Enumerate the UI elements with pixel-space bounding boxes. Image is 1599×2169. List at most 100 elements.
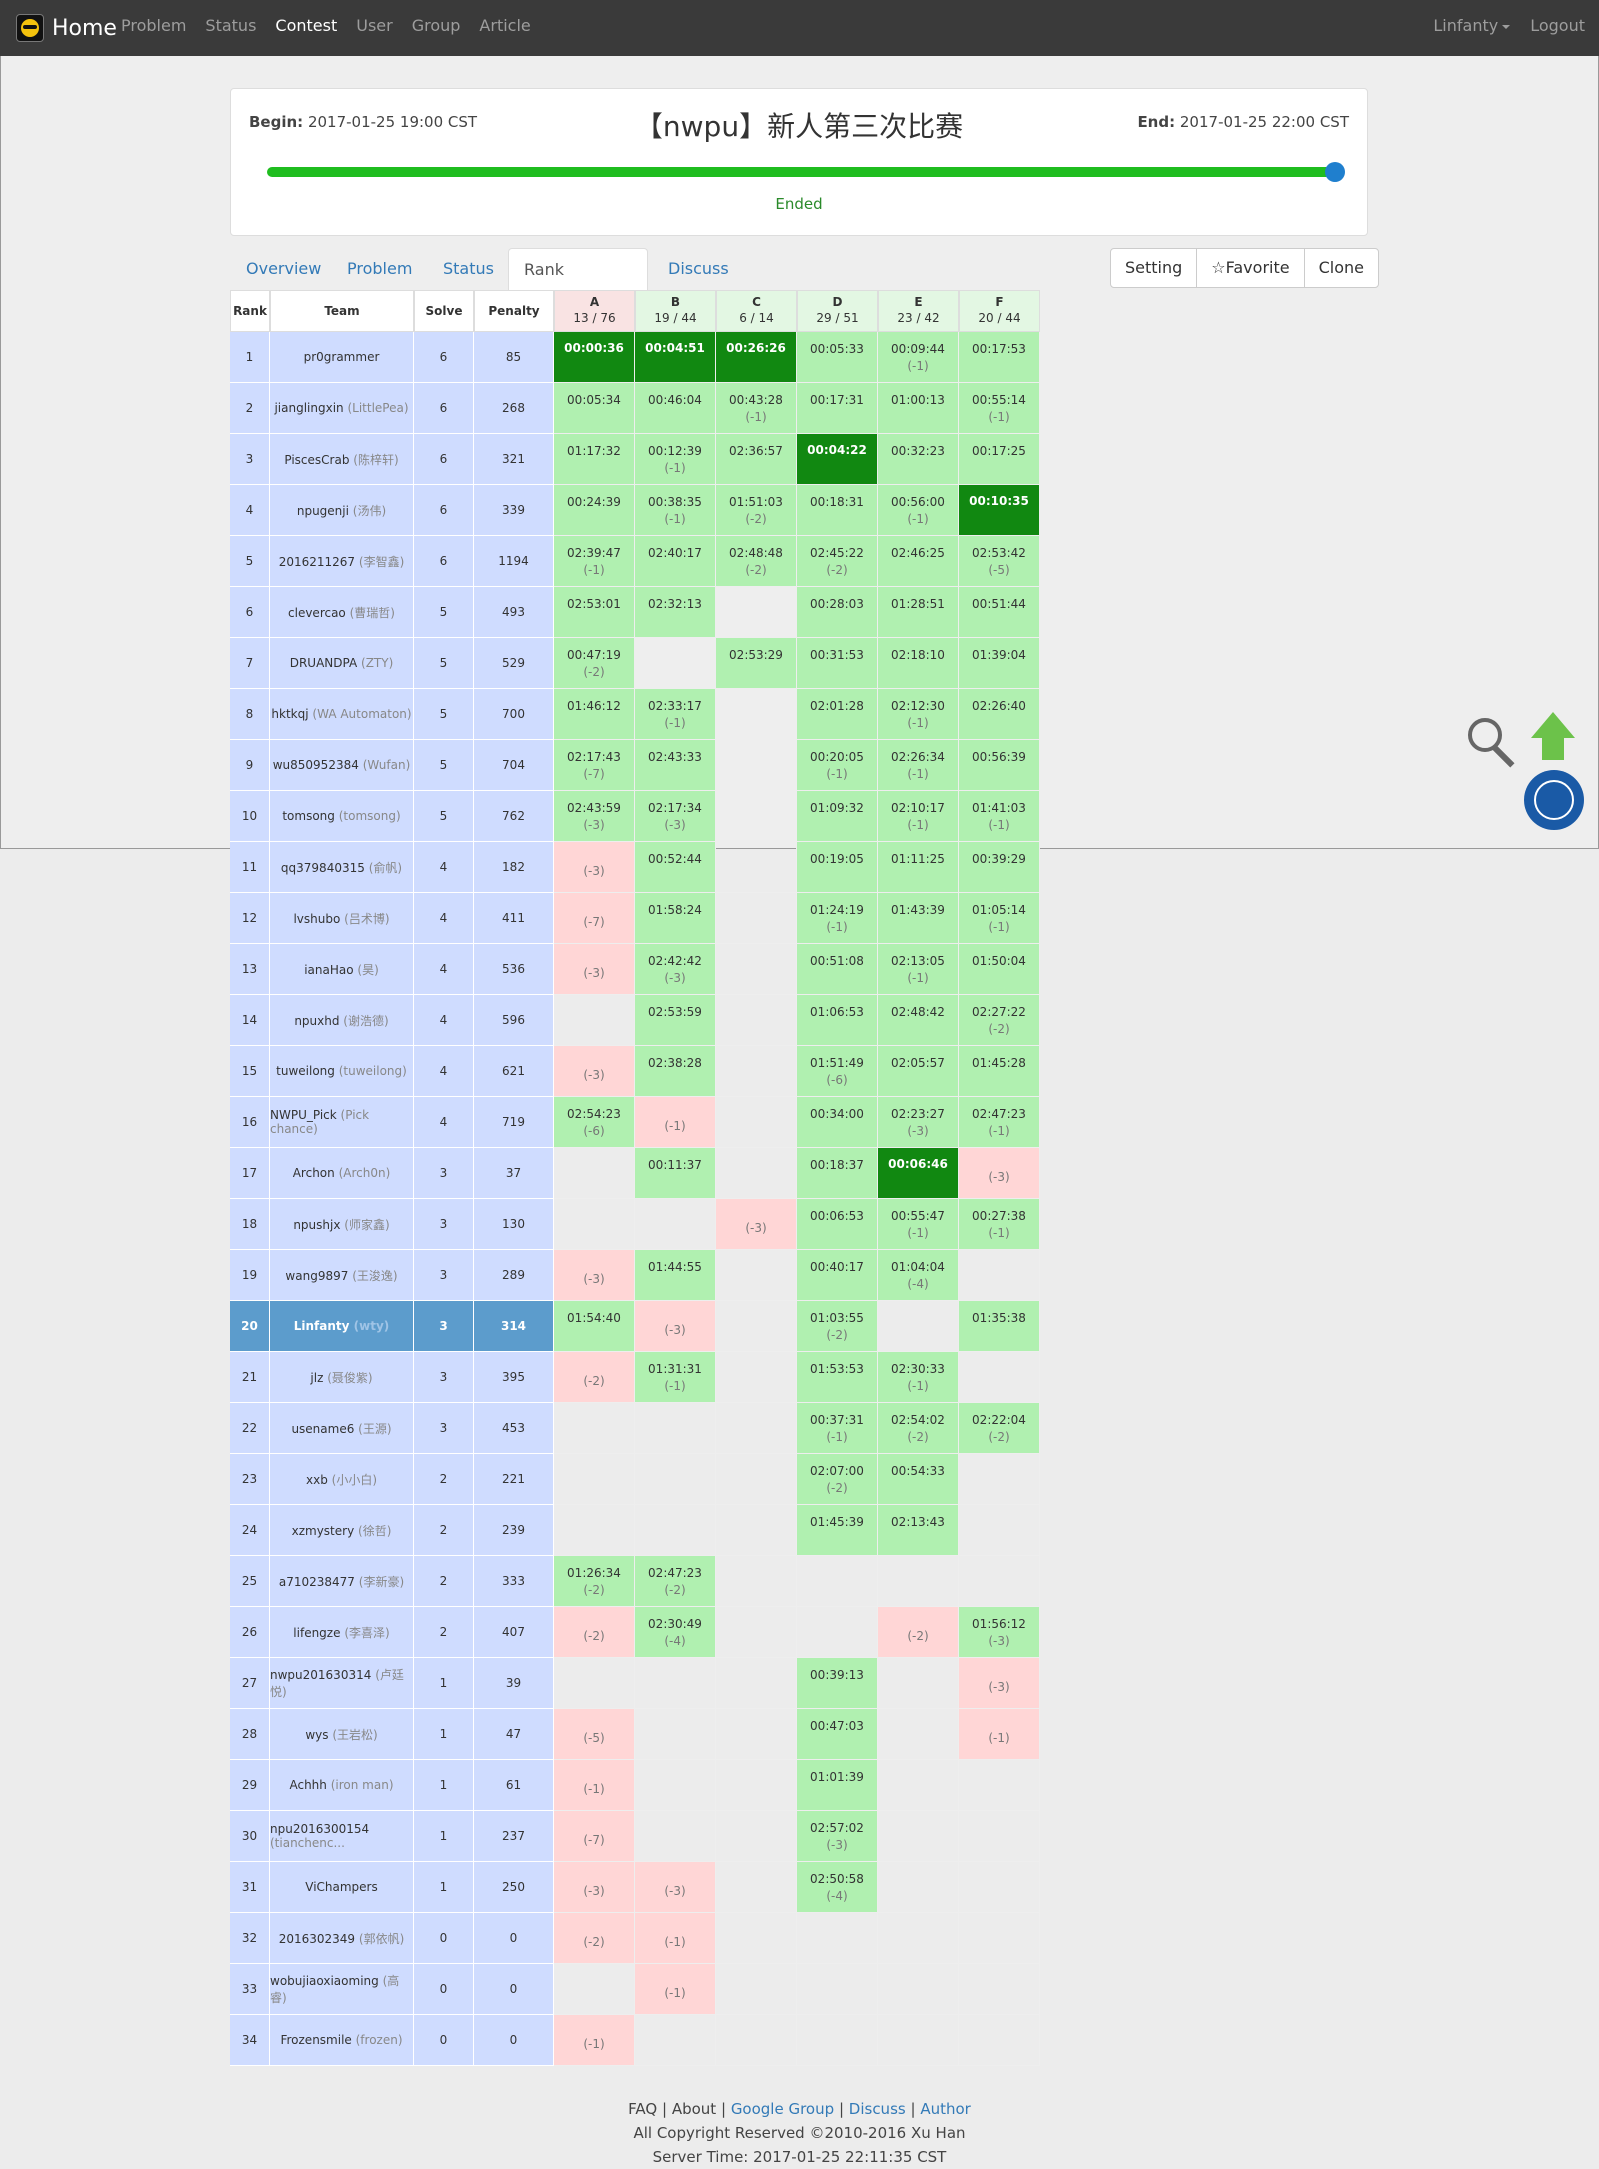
team-cell[interactable]: jlz (聂俊紫)	[270, 1352, 414, 1403]
problem-cell-b[interactable]: 00:11:37	[635, 1148, 716, 1199]
problem-cell-b[interactable]: 00:38:35 (-1)	[635, 485, 716, 536]
problem-cell-b[interactable]: 01:58:24	[635, 893, 716, 944]
problem-cell-e[interactable]: 02:26:34 (-1)	[878, 740, 959, 791]
nav-group[interactable]: Group	[412, 16, 461, 35]
team-cell[interactable]: qq379840315 (俞帆)	[270, 842, 414, 893]
problem-cell-b[interactable]: 02:17:34 (-3)	[635, 791, 716, 842]
problem-cell-b[interactable]: 02:47:23 (-2)	[635, 1556, 716, 1607]
problem-cell-d[interactable]: 00:31:53	[797, 638, 878, 689]
problem-cell-e[interactable]: 02:23:27 (-3)	[878, 1097, 959, 1148]
team-cell[interactable]: 2016302349 (郭依帆)	[270, 1913, 414, 1964]
clone-button[interactable]: Clone	[1303, 249, 1378, 287]
problem-cell-c[interactable]: 01:51:03 (-2)	[716, 485, 797, 536]
problem-cell-a[interactable]: 02:17:43 (-7)	[554, 740, 635, 791]
team-name[interactable]: npushjx	[293, 1218, 340, 1232]
problem-cell-c[interactable]: (-3)	[716, 1199, 797, 1250]
team-name[interactable]: Linfanty	[294, 1319, 350, 1333]
problem-cell-f[interactable]: 01:45:28	[959, 1046, 1040, 1097]
problem-cell-b[interactable]: 00:52:44	[635, 842, 716, 893]
team-name[interactable]: usename6	[291, 1422, 354, 1436]
problem-cell-d[interactable]: 00:47:03	[797, 1709, 878, 1760]
problem-cell-d[interactable]: 01:09:32	[797, 791, 878, 842]
problem-cell-a[interactable]: (-3)	[554, 1046, 635, 1097]
problem-cell-f[interactable]: (-3)	[959, 1658, 1040, 1709]
problem-cell-a[interactable]: (-2)	[554, 1607, 635, 1658]
about-link[interactable]: About	[672, 2100, 716, 2118]
problem-cell-a[interactable]: (-5)	[554, 1709, 635, 1760]
problem-cell-d[interactable]: 00:17:31	[797, 383, 878, 434]
team-cell[interactable]: xzmystery (徐哲)	[270, 1505, 414, 1556]
nav-article[interactable]: Article	[479, 16, 530, 35]
team-name[interactable]: DRUANDPA	[290, 656, 357, 670]
team-cell[interactable]: tomsong (tomsong)	[270, 791, 414, 842]
problem-cell-b[interactable]: 02:42:42 (-3)	[635, 944, 716, 995]
problem-cell-b[interactable]: 02:32:13	[635, 587, 716, 638]
problem-cell-b[interactable]: (-3)	[635, 1301, 716, 1352]
logout-link[interactable]: Logout	[1530, 16, 1585, 35]
team-cell[interactable]: 2016211267 (李智鑫)	[270, 536, 414, 587]
problem-cell-e[interactable]: 01:04:04 (-4)	[878, 1250, 959, 1301]
problem-cell-b[interactable]: 01:44:55	[635, 1250, 716, 1301]
problem-cell-f[interactable]: 00:17:25	[959, 434, 1040, 485]
team-name[interactable]: wu850952384	[273, 758, 359, 772]
team-cell[interactable]: tuweilong (tuweilong)	[270, 1046, 414, 1097]
team-name[interactable]: lvshubo	[293, 912, 340, 926]
team-cell[interactable]: pr0grammer	[270, 332, 414, 383]
problem-cell-e[interactable]: 02:48:42	[878, 995, 959, 1046]
problem-cell-d[interactable]: 00:04:22	[797, 434, 878, 485]
nav-problem[interactable]: Problem	[121, 16, 186, 35]
nav-status[interactable]: Status	[205, 16, 256, 35]
problem-header-e[interactable]: E 23 / 42	[878, 290, 959, 332]
google-group-link[interactable]: Google Group	[731, 2100, 834, 2118]
team-name[interactable]: tuweilong	[276, 1064, 335, 1078]
team-cell[interactable]: Frozensmile (frozen)	[270, 2015, 414, 2066]
problem-cell-d[interactable]: 00:40:17	[797, 1250, 878, 1301]
team-cell[interactable]: NWPU_Pick (Pick chance)	[270, 1097, 414, 1148]
problem-cell-e[interactable]: 00:54:33	[878, 1454, 959, 1505]
team-cell[interactable]: nwpu201630314 (卢廷悦)	[270, 1658, 414, 1709]
tab-problem[interactable]: Problem	[347, 248, 412, 290]
problem-cell-d[interactable]: 01:24:19 (-1)	[797, 893, 878, 944]
nav-contest[interactable]: Contest	[275, 16, 337, 35]
problem-cell-a[interactable]: 01:17:32	[554, 434, 635, 485]
problem-cell-a[interactable]: 01:26:34 (-2)	[554, 1556, 635, 1607]
problem-cell-a[interactable]: (-1)	[554, 1760, 635, 1811]
team-name[interactable]: clevercao	[288, 606, 346, 620]
user-menu[interactable]: Linfanty	[1433, 16, 1511, 35]
problem-cell-b[interactable]: 01:31:31 (-1)	[635, 1352, 716, 1403]
team-name[interactable]: ViChampers	[305, 1880, 378, 1894]
col-rank-header[interactable]: Rank	[230, 290, 270, 332]
problem-cell-a[interactable]: (-7)	[554, 1811, 635, 1862]
problem-cell-e[interactable]: 02:05:57	[878, 1046, 959, 1097]
favorite-button[interactable]: ☆Favorite	[1196, 249, 1303, 287]
problem-cell-b[interactable]: (-1)	[635, 1913, 716, 1964]
team-cell[interactable]: jianglingxin (LittlePea)	[270, 383, 414, 434]
problem-cell-c[interactable]: 02:53:29	[716, 638, 797, 689]
problem-cell-d[interactable]: 01:03:55 (-2)	[797, 1301, 878, 1352]
problem-cell-f[interactable]: 01:56:12 (-3)	[959, 1607, 1040, 1658]
discuss-link[interactable]: Discuss	[849, 2100, 906, 2118]
team-cell[interactable]: npugenji (汤伟)	[270, 485, 414, 536]
team-cell[interactable]: Achhh (iron man)	[270, 1760, 414, 1811]
team-name[interactable]: PiscesCrab	[284, 453, 349, 467]
team-cell[interactable]: npu2016300154 (tianchenc...	[270, 1811, 414, 1862]
problem-header-b[interactable]: B 19 / 44	[635, 290, 716, 332]
team-name[interactable]: jianglingxin	[274, 401, 343, 415]
problem-cell-a[interactable]: 00:00:36	[554, 332, 635, 383]
problem-cell-f[interactable]: 00:17:53	[959, 332, 1040, 383]
problem-cell-c[interactable]: 02:48:48 (-2)	[716, 536, 797, 587]
problem-cell-d[interactable]: 01:45:39	[797, 1505, 878, 1556]
problem-cell-b[interactable]: 02:40:17	[635, 536, 716, 587]
problem-cell-d[interactable]: 02:57:02 (-3)	[797, 1811, 878, 1862]
problem-cell-a[interactable]: (-3)	[554, 944, 635, 995]
problem-cell-f[interactable]: 00:51:44	[959, 587, 1040, 638]
problem-cell-e[interactable]: 01:43:39	[878, 893, 959, 944]
team-name[interactable]: wobujiaoxiaoming	[270, 1974, 379, 1988]
nav-user[interactable]: User	[356, 16, 392, 35]
problem-cell-a[interactable]: 02:43:59 (-3)	[554, 791, 635, 842]
problem-cell-e[interactable]: 01:28:51	[878, 587, 959, 638]
team-cell[interactable]: lifengze (李喜泽)	[270, 1607, 414, 1658]
problem-cell-d[interactable]: 01:01:39	[797, 1760, 878, 1811]
problem-cell-d[interactable]: 02:07:00 (-2)	[797, 1454, 878, 1505]
problem-cell-c[interactable]: 02:36:57	[716, 434, 797, 485]
